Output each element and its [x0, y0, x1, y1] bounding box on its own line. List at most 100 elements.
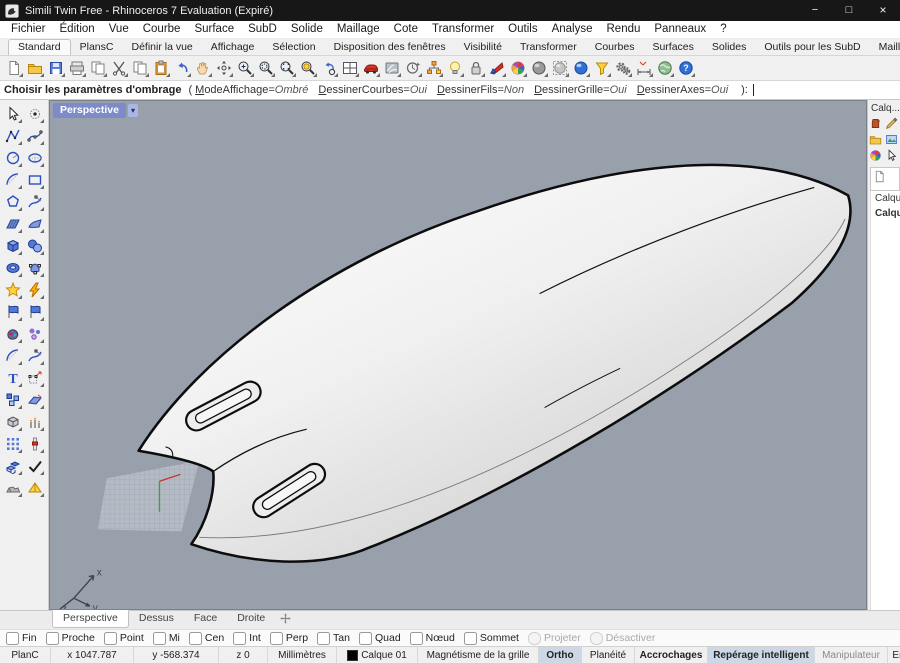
command-option-dessinergrille[interactable]: DessinerGrille=Oui [534, 84, 627, 96]
undo-icon[interactable] [172, 58, 192, 78]
toolbar-tab-solides[interactable]: Solides [703, 40, 755, 55]
command-option-dessinercourbes[interactable]: DessinerCourbes=Oui [318, 84, 427, 96]
photo-icon[interactable] [885, 133, 899, 147]
document-icon[interactable] [873, 170, 887, 184]
toolbar-tab-surfaces[interactable]: Surfaces [643, 40, 702, 55]
check-icon[interactable] [25, 456, 45, 476]
single-point-icon[interactable] [25, 104, 45, 124]
layer-row[interactable]: Calqu [871, 206, 900, 221]
toolbar-tab-courbes[interactable]: Courbes [586, 40, 644, 55]
osnap-quad[interactable]: Quad [359, 632, 401, 645]
menu-item[interactable]: ? [713, 21, 733, 38]
color-wheel-icon[interactable] [508, 58, 528, 78]
explode-icon[interactable] [3, 280, 23, 300]
open-file-icon[interactable] [25, 58, 45, 78]
status-calque-01[interactable]: Calque 01 [337, 647, 418, 663]
circle-icon[interactable] [3, 148, 23, 168]
checkbox-mi[interactable] [153, 632, 166, 645]
flag-b-icon[interactable] [25, 302, 45, 322]
zoom-window-icon[interactable] [256, 58, 276, 78]
undo-view-change-icon[interactable] [319, 58, 339, 78]
checkbox-perp[interactable] [270, 632, 283, 645]
shaded-cube-icon[interactable] [3, 412, 23, 432]
status-millimetres[interactable]: Millimètres [268, 647, 337, 663]
menu-courbe[interactable]: Courbe [136, 21, 188, 38]
viewport-tab-dessus[interactable]: Dessus [129, 611, 184, 627]
blend-curve-icon[interactable] [25, 346, 45, 366]
menu-subd[interactable]: SubD [241, 21, 284, 38]
zoom-dynamic-icon[interactable] [277, 58, 297, 78]
map-icon[interactable] [382, 58, 402, 78]
dimension-icon[interactable] [634, 58, 654, 78]
menu-maillage[interactable]: Maillage [330, 21, 387, 38]
checkbox-int[interactable] [233, 632, 246, 645]
paste-icon[interactable] [151, 58, 171, 78]
toolbar-tab-transformer[interactable]: Transformer [511, 40, 586, 55]
transform-flash-icon[interactable] [25, 280, 45, 300]
color-wheel-icon[interactable] [869, 149, 883, 163]
options-gears-icon[interactable] [613, 58, 633, 78]
toolbar-tab-selection[interactable]: Sélection [263, 40, 324, 55]
polygon-icon[interactable] [3, 192, 23, 212]
lamp-icon[interactable] [445, 58, 465, 78]
status-enregistrer-l-historique[interactable]: Enregistrer l'historique [888, 647, 900, 663]
boolean-rocks-icon[interactable] [3, 478, 23, 498]
print-icon[interactable] [67, 58, 87, 78]
osnap-tan[interactable]: Tan [317, 632, 350, 645]
curve-handles-icon[interactable] [25, 192, 45, 212]
osnap-fin[interactable]: Fin [6, 632, 37, 645]
web-globe-icon[interactable] [655, 58, 675, 78]
shaded-sphere-icon[interactable] [529, 58, 549, 78]
command-option-dessineraxes[interactable]: DessinerAxes=Oui [637, 84, 728, 96]
extrude-icon[interactable] [25, 412, 45, 432]
menu-edition[interactable]: Édition [53, 21, 102, 38]
menu-analyse[interactable]: Analyse [545, 21, 600, 38]
checkbox-sommet[interactable] [464, 632, 477, 645]
viewport-layout-icon[interactable] [340, 58, 360, 78]
pointer-icon[interactable] [885, 149, 899, 163]
menu-surface[interactable]: Surface [187, 21, 241, 38]
osnap-int[interactable]: Int [233, 632, 261, 645]
menu-solide[interactable]: Solide [284, 21, 330, 38]
arc-icon[interactable] [3, 170, 23, 190]
layer-row[interactable]: Calqu [871, 191, 900, 206]
zoom-extents-icon[interactable] [298, 58, 318, 78]
minimize-icon[interactable]: − [798, 0, 832, 21]
solid-box-icon[interactable] [3, 236, 23, 256]
move-control-points-icon[interactable] [25, 368, 45, 388]
checkbox-proche[interactable] [46, 632, 59, 645]
checkbox-tan[interactable] [317, 632, 330, 645]
copy-to-clipboard-icon[interactable] [88, 58, 108, 78]
status-reperage-intelligent[interactable]: Repérage intelligent [708, 647, 815, 663]
cut-icon[interactable] [109, 58, 129, 78]
osnap-sommet[interactable]: Sommet [464, 632, 519, 645]
maximize-icon[interactable]: □ [832, 0, 866, 21]
checkbox-fin[interactable] [6, 632, 19, 645]
status-planeite[interactable]: Planéité [582, 647, 635, 663]
brush-icon[interactable] [885, 117, 899, 131]
osnap-n-ud[interactable]: Nœud [410, 632, 455, 645]
group-squares-icon[interactable] [3, 390, 23, 410]
perspective-viewport[interactable]: x y z Perspective ▾ [49, 100, 867, 610]
new-viewport-icon[interactable] [279, 612, 293, 626]
viewport-canvas[interactable]: x y z [50, 101, 866, 609]
checkbox-quad[interactable] [359, 632, 372, 645]
status-manipulateur[interactable]: Manipulateur [815, 647, 888, 663]
checkbox-point[interactable] [104, 632, 117, 645]
checkbox-n-ud[interactable] [410, 632, 423, 645]
toolbar-tab-plansc[interactable]: PlansC [71, 40, 123, 55]
osnap-proche[interactable]: Proche [46, 632, 95, 645]
viewport-tab-perspective[interactable]: Perspective [52, 610, 129, 628]
save-icon[interactable] [46, 58, 66, 78]
ellipse-icon[interactable] [25, 148, 45, 168]
help-icon[interactable]: ? [676, 58, 696, 78]
group-icon[interactable] [424, 58, 444, 78]
close-icon[interactable]: × [866, 0, 900, 21]
polyline-icon[interactable] [3, 126, 23, 146]
toolbar-tab-outils-pour-les-subd[interactable]: Outils pour les SubD [755, 40, 869, 55]
solid-torus-icon[interactable] [3, 258, 23, 278]
pan-icon[interactable] [193, 58, 213, 78]
select-cursor-icon[interactable] [3, 104, 23, 124]
solid-edit-icon[interactable] [25, 258, 45, 278]
toolbar-tab-standard[interactable]: Standard [8, 39, 71, 56]
